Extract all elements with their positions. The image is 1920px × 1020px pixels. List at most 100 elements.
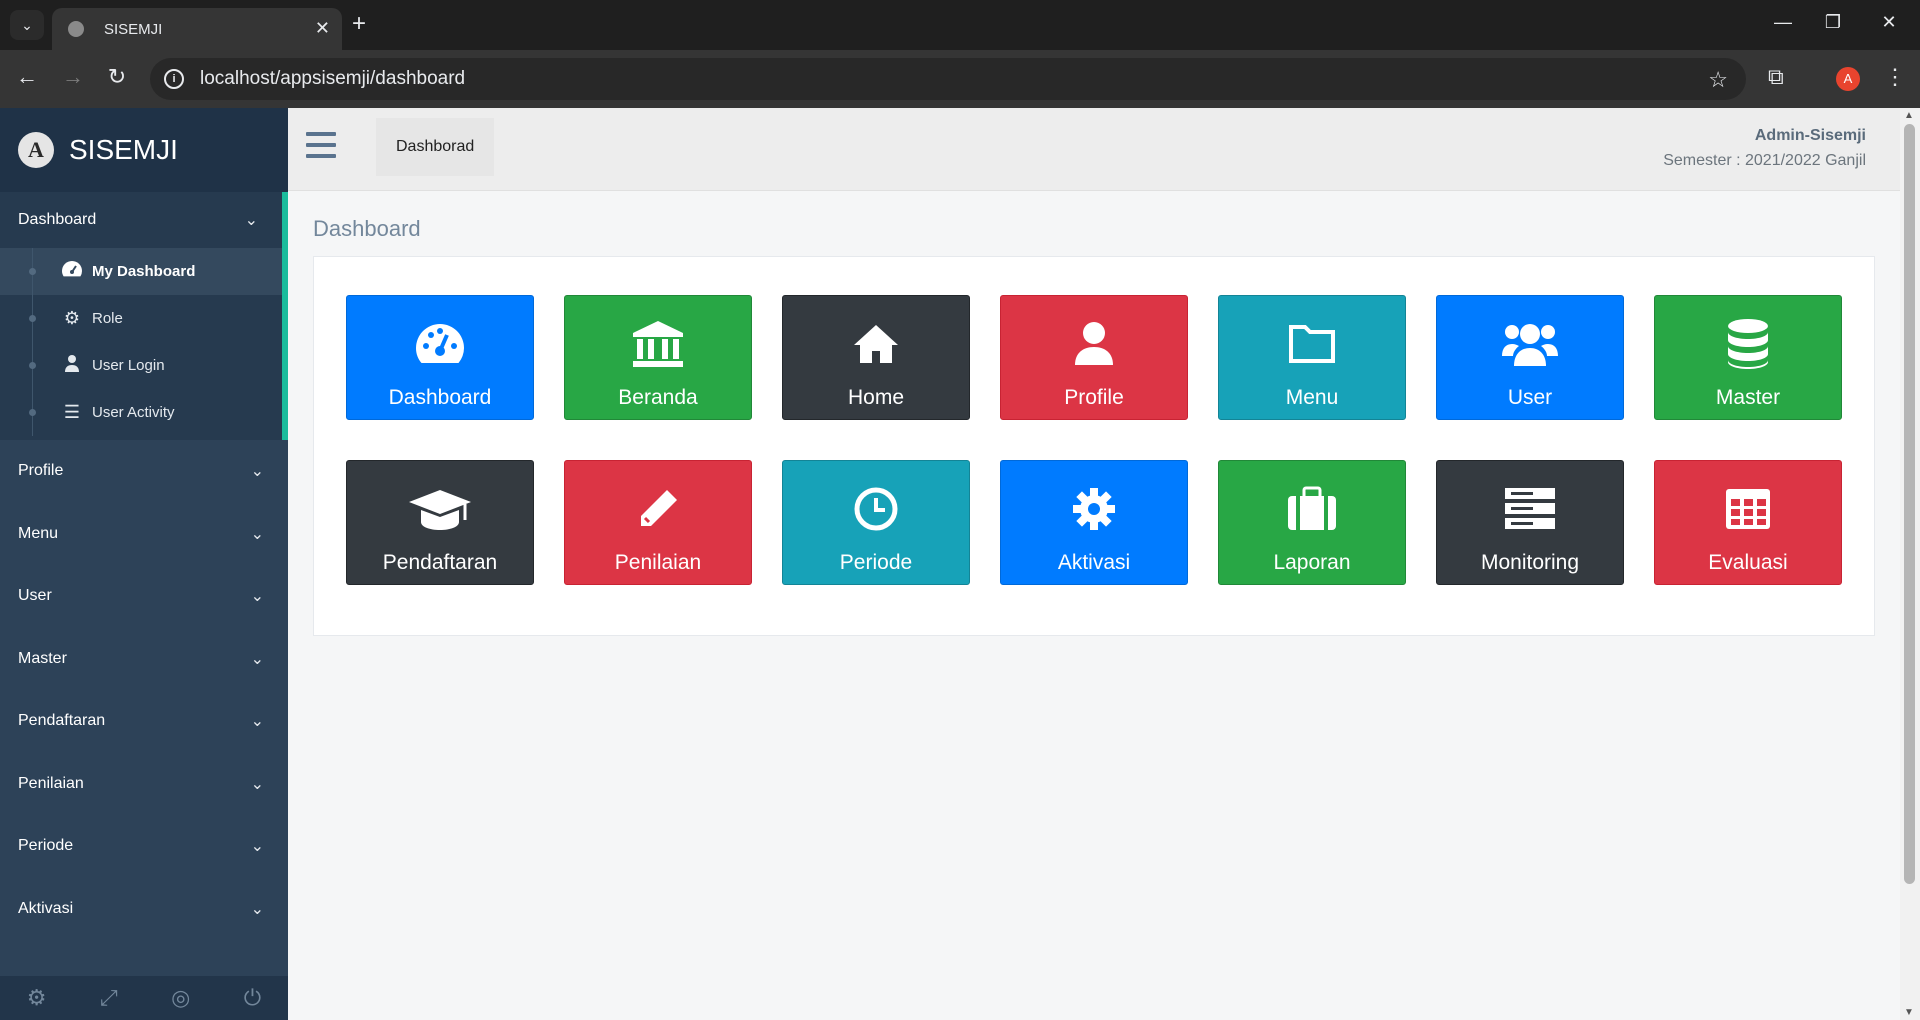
tile-label: Master xyxy=(1715,386,1781,409)
sidebar-item-aktivasi[interactable]: Aktivasi ⌄ xyxy=(0,878,288,941)
sidebar-item-master[interactable]: Master ⌄ xyxy=(0,628,288,691)
sidebar-item-pendaftaran[interactable]: Pendaftaran ⌄ xyxy=(0,690,288,753)
browser-tab-strip: ⌄ SISEMJI ✕ + — ❐ ✕ xyxy=(0,0,1920,50)
tile-menu[interactable]: Menu xyxy=(1218,295,1406,420)
tile-label: Monitoring xyxy=(1480,551,1580,574)
tile-beranda[interactable]: Beranda xyxy=(564,295,752,420)
subitem-my-dashboard[interactable]: My Dashboard xyxy=(0,248,288,295)
tile-penilaian[interactable]: Penilaian xyxy=(564,460,752,585)
address-bar[interactable]: i localhost/appsisemji/dashboard ☆ xyxy=(150,58,1746,100)
close-tab-icon[interactable]: ✕ xyxy=(315,18,330,39)
logout-icon[interactable]: ⏻ xyxy=(244,985,261,1011)
sidebar-menu-list: Profile ⌄ Menu ⌄ User ⌄ Master ⌄ Pendaftaran… xyxy=(0,440,288,940)
sidebar-item-label: Master xyxy=(18,649,67,667)
tile-dashboard[interactable]: Dashboard xyxy=(346,295,534,420)
page-title: Dashboard xyxy=(313,216,421,241)
tile-label: Evaluasi xyxy=(1708,551,1788,574)
page-scrollbar[interactable]: ▲ ▼ xyxy=(1900,108,1920,1020)
back-icon[interactable]: ← xyxy=(12,64,42,90)
user-info[interactable]: Admin-Sisemji Semester : 2021/2022 Ganji… xyxy=(1663,127,1866,170)
tile-label: Aktivasi xyxy=(1057,551,1131,574)
graduation-cap-icon xyxy=(407,481,473,537)
chevron-down-icon: ⌄ xyxy=(244,212,258,229)
minimize-icon[interactable]: — xyxy=(1768,12,1798,33)
url-text[interactable]: localhost/appsisemji/dashboard xyxy=(200,68,465,90)
top-navbar: Dashborad Admin-Sisemji Semester : 2021/… xyxy=(288,108,1900,191)
sidebar-item-profile[interactable]: Profile ⌄ xyxy=(0,440,288,503)
subitem-user-activity[interactable]: ☰ User Activity xyxy=(0,389,288,436)
tab-search-button[interactable]: ⌄ xyxy=(10,10,44,40)
bookmark-star-icon[interactable]: ☆ xyxy=(1708,67,1728,93)
bank-icon xyxy=(631,316,685,372)
clock-icon xyxy=(853,481,899,537)
fullscreen-icon[interactable]: ⤢ xyxy=(100,985,118,1011)
sidebar-item-menu[interactable]: Menu ⌄ xyxy=(0,503,288,566)
sidebar-item-label: Penilaian xyxy=(18,774,84,792)
list-icon: ☰ xyxy=(63,402,81,422)
reload-icon[interactable]: ↻ xyxy=(102,64,132,90)
settings-icon[interactable]: ⚙ xyxy=(27,985,47,1011)
scroll-up-icon[interactable]: ▲ xyxy=(1904,110,1914,121)
brand[interactable]: A SISEMJI xyxy=(0,108,288,192)
forward-icon[interactable]: → xyxy=(58,64,88,90)
tile-label: Pendaftaran xyxy=(382,551,498,574)
tachometer-icon xyxy=(60,260,84,283)
subitem-label: My Dashboard xyxy=(92,263,196,280)
chevron-down-icon: ⌄ xyxy=(250,588,264,606)
browser-tab[interactable]: SISEMJI ✕ xyxy=(52,8,342,50)
tile-periode[interactable]: Periode xyxy=(782,460,970,585)
extensions-icon[interactable]: ⧉ xyxy=(1768,64,1784,90)
tiles-panel: Dashboard Beranda Home Profile Menu User… xyxy=(313,256,1875,636)
user-name: Admin-Sisemji xyxy=(1754,127,1866,144)
chevron-down-icon: ⌄ xyxy=(250,900,264,918)
web-page: A SISEMJI Dashboard ⌄ My Dashboard ⚙ Rol… xyxy=(0,108,1920,1020)
cog-icon xyxy=(1071,481,1117,537)
tile-pendaftaran[interactable]: Pendaftaran xyxy=(346,460,534,585)
tile-label: Home xyxy=(847,386,905,409)
tile-evaluasi[interactable]: Evaluasi xyxy=(1654,460,1842,585)
breadcrumb[interactable]: Dashborad xyxy=(376,118,495,176)
cogs-icon: ⚙ xyxy=(63,308,81,328)
folder-icon xyxy=(1287,316,1337,372)
new-tab-button[interactable]: + xyxy=(352,10,366,38)
tile-profile[interactable]: Profile xyxy=(1000,295,1188,420)
dashboard-submenu: My Dashboard ⚙ Role User Login ☰ User Ac… xyxy=(0,248,288,440)
sidebar-item-label: Profile xyxy=(18,462,64,480)
tile-label: Profile xyxy=(1064,386,1124,409)
sidebar-item-periode[interactable]: Periode ⌄ xyxy=(0,815,288,878)
lock-icon[interactable]: ◎ xyxy=(171,985,190,1011)
subitem-label: User Activity xyxy=(92,404,175,421)
close-window-icon[interactable]: ✕ xyxy=(1874,12,1904,33)
chevron-down-icon: ⌄ xyxy=(250,775,264,793)
browser-menu-icon[interactable]: ⋮ xyxy=(1884,64,1906,90)
pencil-icon xyxy=(635,481,681,537)
subitem-user-login[interactable]: User Login xyxy=(0,342,288,389)
scroll-down-icon[interactable]: ▼ xyxy=(1904,1007,1914,1018)
semester-label: Semester : 2021/2022 Ganjil xyxy=(1663,152,1866,169)
favicon-icon xyxy=(68,21,84,37)
sidebar-item-user[interactable]: User ⌄ xyxy=(0,565,288,628)
tile-home[interactable]: Home xyxy=(782,295,970,420)
tile-user[interactable]: User xyxy=(1436,295,1624,420)
restore-icon[interactable]: ❐ xyxy=(1818,12,1848,33)
brand-name: SISEMJI xyxy=(69,134,178,165)
sidebar-item-dashboard[interactable]: Dashboard ⌄ xyxy=(0,192,288,248)
sidebar-item-penilaian[interactable]: Penilaian ⌄ xyxy=(0,753,288,816)
tile-label: Laporan xyxy=(1273,551,1351,574)
briefcase-icon xyxy=(1286,481,1338,537)
subitem-label: Role xyxy=(92,310,123,327)
subitem-role[interactable]: ⚙ Role xyxy=(0,295,288,342)
tile-aktivasi[interactable]: Aktivasi xyxy=(1000,460,1188,585)
tile-label: Menu xyxy=(1285,386,1339,409)
sidebar-item-label: Pendaftaran xyxy=(18,712,106,730)
profile-avatar[interactable]: A xyxy=(1836,67,1860,91)
site-info-icon[interactable]: i xyxy=(164,69,184,89)
tile-master[interactable]: Master xyxy=(1654,295,1842,420)
tile-label: Beranda xyxy=(618,386,698,409)
tile-laporan[interactable]: Laporan xyxy=(1218,460,1406,585)
sidebar-item-label: Menu xyxy=(18,524,59,542)
menu-toggle-icon[interactable] xyxy=(306,132,336,158)
sidebar-item-label: Aktivasi xyxy=(18,899,74,917)
scroll-thumb[interactable] xyxy=(1904,124,1915,884)
tile-monitoring[interactable]: Monitoring xyxy=(1436,460,1624,585)
